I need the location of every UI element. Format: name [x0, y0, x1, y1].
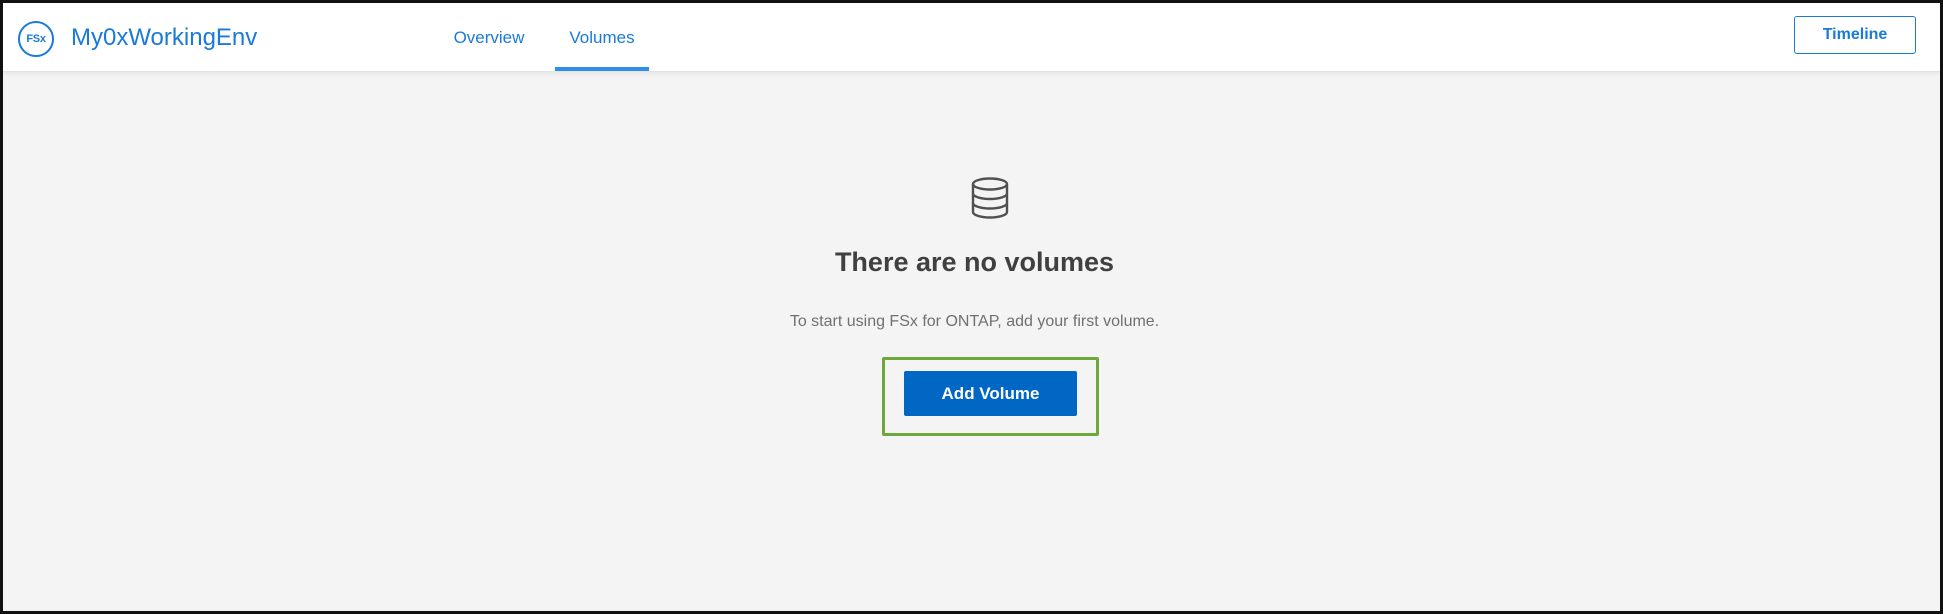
tab-volumes[interactable]: Volumes: [555, 3, 649, 72]
add-volume-button[interactable]: Add Volume: [904, 371, 1077, 416]
tab-overview[interactable]: Overview: [427, 3, 551, 72]
active-tab-indicator: [555, 67, 649, 71]
app-window: FSx My0xWorkingEnv Overview Volumes Time…: [0, 0, 1943, 614]
database-icon: [971, 177, 1009, 219]
logo-text: FSx: [26, 33, 46, 45]
empty-state-title: There are no volumes: [834, 247, 1115, 277]
working-env-title: My0xWorkingEnv: [71, 24, 258, 51]
timeline-button[interactable]: Timeline: [1794, 16, 1916, 54]
empty-state-subtitle: To start using FSx for ONTAP, add your f…: [789, 313, 1160, 330]
fsx-logo-icon: FSx: [18, 21, 54, 57]
top-header: FSx My0xWorkingEnv Overview Volumes Time…: [3, 3, 1940, 72]
